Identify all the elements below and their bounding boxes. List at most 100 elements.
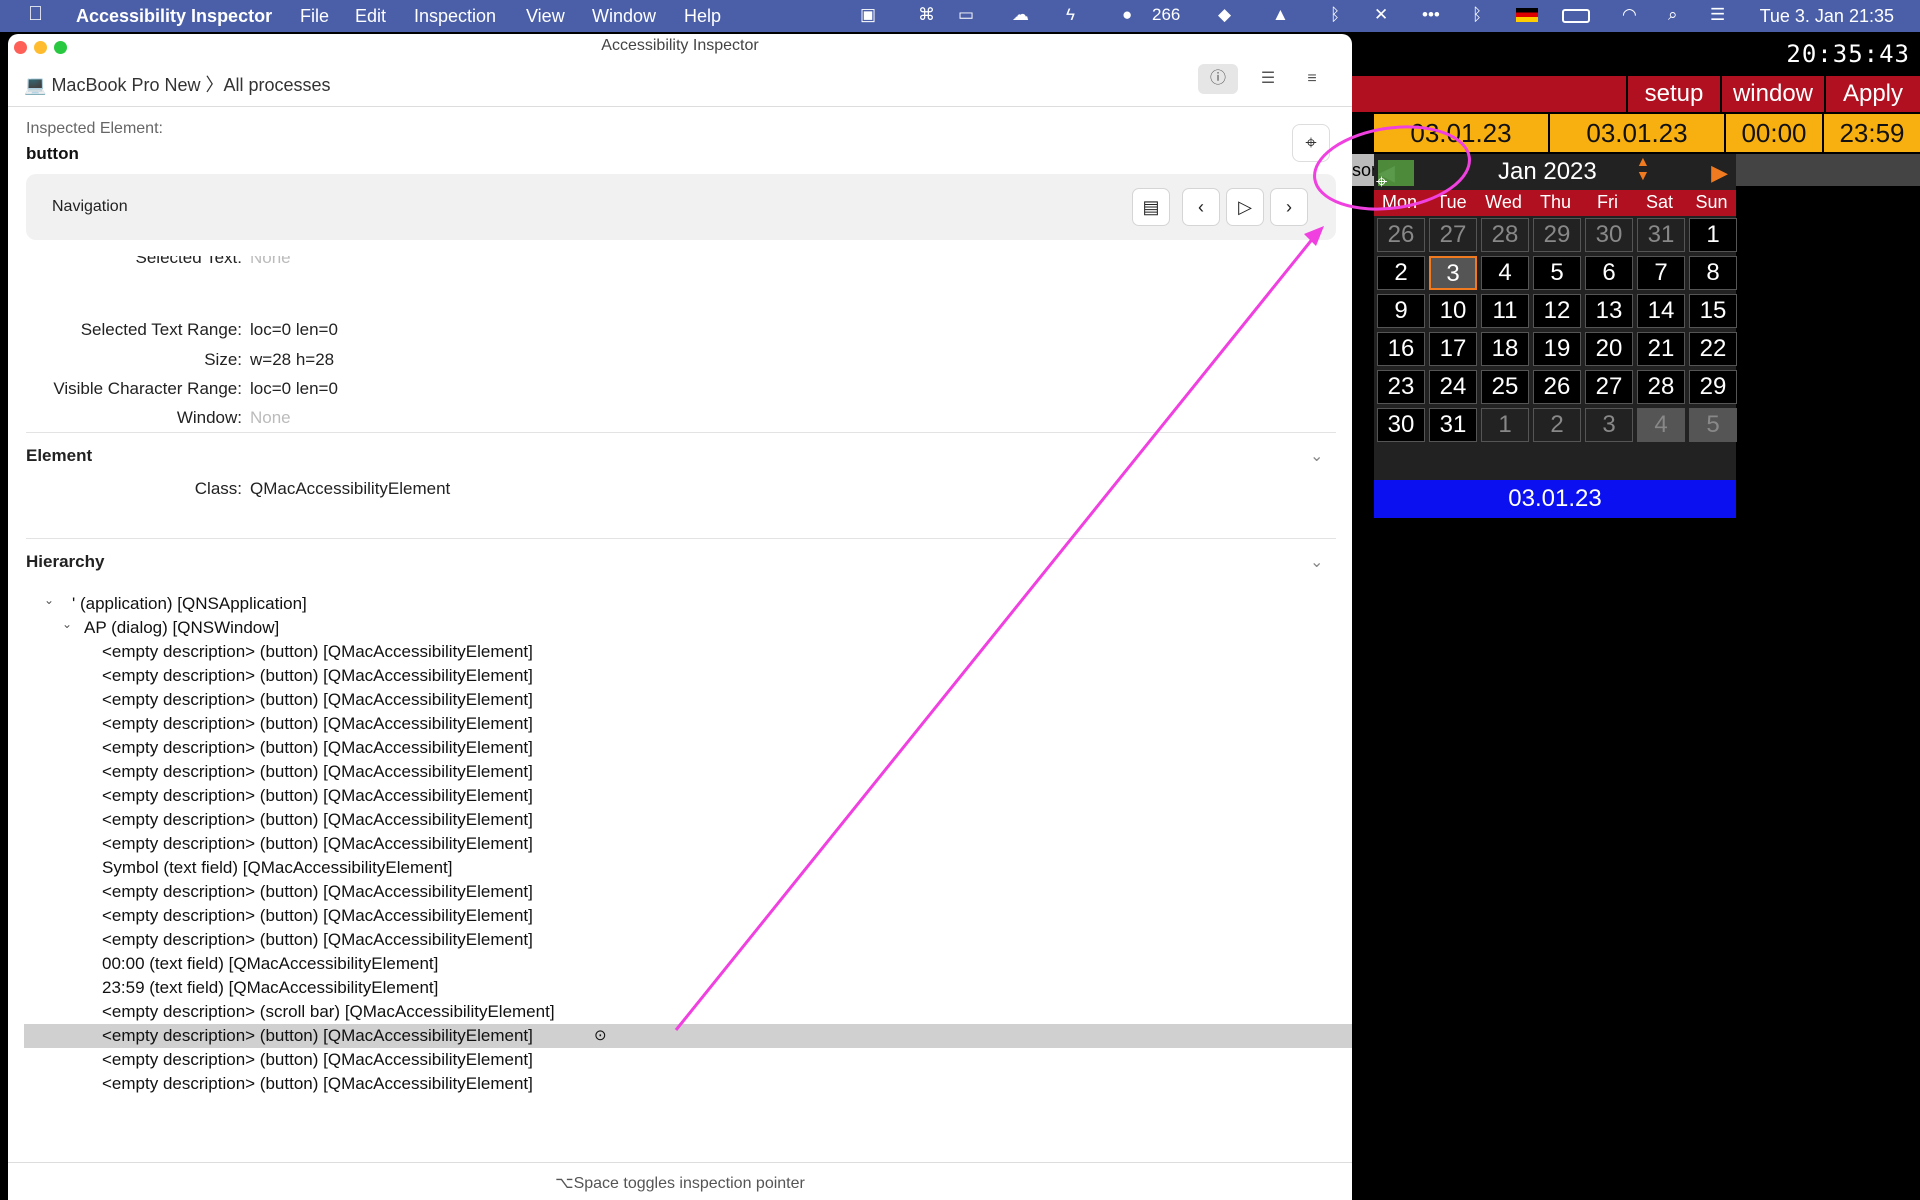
menubar-clock[interactable]: Tue 3. Jan 21:35 xyxy=(1760,6,1894,27)
end-time-field[interactable]: 23:59 xyxy=(1824,114,1920,152)
tree-row[interactable]: Symbol (text field) [QMacAccessibilityEl… xyxy=(24,856,1352,880)
calendar-day[interactable]: 16 xyxy=(1377,332,1425,366)
calendar-day[interactable]: 14 xyxy=(1637,294,1685,328)
breadcrumb[interactable]: 💻 MacBook Pro New 〉All processes xyxy=(24,71,331,97)
calendar-day[interactable]: 5 xyxy=(1533,256,1581,290)
calendar-day[interactable]: 19 xyxy=(1533,332,1581,366)
disclosure-chevron-icon[interactable]: ⌄ xyxy=(44,588,54,612)
tree-row[interactable]: <empty description> (button) [QMacAccess… xyxy=(24,688,1352,712)
menu-inspection[interactable]: Inspection xyxy=(414,6,496,27)
breadcrumb-device[interactable]: MacBook Pro New xyxy=(51,75,200,95)
mute-icon[interactable]: ✕ xyxy=(1374,5,1388,25)
calendar-day[interactable]: 31 xyxy=(1429,408,1477,442)
tree-row[interactable]: <empty description> (button) [QMacAccess… xyxy=(24,1024,1352,1048)
calendar-day[interactable]: 2 xyxy=(1377,256,1425,290)
calendar-day[interactable]: 29 xyxy=(1689,370,1737,404)
control-center-icon[interactable]: ☰ xyxy=(1710,5,1725,25)
calendar-day[interactable]: 27 xyxy=(1585,370,1633,404)
calendar-day[interactable]: 23 xyxy=(1377,370,1425,404)
calendar-day[interactable]: 21 xyxy=(1637,332,1685,366)
calendar-day[interactable]: 6 xyxy=(1585,256,1633,290)
calendar-day[interactable]: 26 xyxy=(1377,218,1425,252)
notification-icon[interactable]: ● xyxy=(1122,5,1132,25)
tree-row[interactable]: <empty description> (button) [QMacAccess… xyxy=(24,904,1352,928)
calendar-day[interactable]: 9 xyxy=(1377,294,1425,328)
more-icon[interactable]: ••• xyxy=(1422,5,1440,25)
calendar-day[interactable]: 26 xyxy=(1533,370,1581,404)
calendar-day[interactable]: 22 xyxy=(1689,332,1737,366)
disclosure-chevron-icon[interactable]: ⌄ xyxy=(62,612,72,636)
menu-view[interactable]: View xyxy=(526,6,565,27)
calendar-day[interactable]: 5 xyxy=(1689,408,1737,442)
menu-edit[interactable]: Edit xyxy=(355,6,386,27)
year-spinner[interactable]: ▲ ▼ xyxy=(1636,154,1650,182)
command-icon[interactable]: ⌘ xyxy=(918,5,935,25)
calendar-day[interactable]: 12 xyxy=(1533,294,1581,328)
tree-row[interactable]: <empty description> (button) [QMacAccess… xyxy=(24,712,1352,736)
calendar-day[interactable]: 3 xyxy=(1429,256,1477,290)
inspector-info-button[interactable]: ⓘ xyxy=(1198,64,1238,94)
calendar-day[interactable]: 28 xyxy=(1637,370,1685,404)
settings-button[interactable]: ≡ xyxy=(1292,64,1332,94)
bluetooth-alt-icon[interactable]: ᛒ xyxy=(1330,5,1340,25)
window-icon[interactable]: ▭ xyxy=(958,5,974,25)
previous-button[interactable]: ‹ xyxy=(1182,188,1220,226)
start-time-field[interactable]: 00:00 xyxy=(1726,114,1824,152)
tree-row[interactable]: <empty description> (button) [QMacAccess… xyxy=(24,1048,1352,1072)
calendar-day[interactable]: 11 xyxy=(1481,294,1529,328)
app-menu[interactable]: Accessibility Inspector xyxy=(76,6,272,27)
elephant-icon[interactable]: ◆ xyxy=(1218,5,1231,25)
setup-button[interactable]: setup xyxy=(1626,76,1720,112)
flag-de-icon[interactable] xyxy=(1516,8,1538,22)
tree-row[interactable]: ⌄ ' (application) [QNSApplication] xyxy=(24,592,1352,616)
calendar-day[interactable]: 17 xyxy=(1429,332,1477,366)
hierarchy-section-title[interactable]: Hierarchy xyxy=(26,552,104,572)
tree-row[interactable]: <empty description> (button) [QMacAccess… xyxy=(24,832,1352,856)
calendar-day[interactable]: 27 xyxy=(1429,218,1477,252)
audit-button[interactable]: ☰ xyxy=(1248,64,1288,94)
drive-icon[interactable]: ▲ xyxy=(1272,5,1289,25)
calendar-day[interactable]: 31 xyxy=(1637,218,1685,252)
go-to-arrow-icon[interactable]: ⊙ xyxy=(594,1024,607,1048)
window-button[interactable]: window xyxy=(1720,76,1824,112)
calendar-day[interactable]: 25 xyxy=(1481,370,1529,404)
tree-row[interactable]: 00:00 (text field) [QMacAccessibilityEle… xyxy=(24,952,1352,976)
search-icon[interactable]: ⌕ xyxy=(1668,5,1678,25)
bluetooth-icon[interactable]: ᛒ xyxy=(1472,5,1482,25)
calendar-day[interactable]: 4 xyxy=(1637,408,1685,442)
cloud-icon[interactable]: ☁ xyxy=(1012,5,1029,25)
chevron-down-icon[interactable]: ⌄ xyxy=(1310,446,1323,466)
calendar-day[interactable]: 18 xyxy=(1481,332,1529,366)
tree-row[interactable]: <empty description> (button) [QMacAccess… xyxy=(24,664,1352,688)
tree-row[interactable]: 23:59 (text field) [QMacAccessibilityEle… xyxy=(24,976,1352,1000)
calendar-day[interactable]: 1 xyxy=(1689,218,1737,252)
tray-count[interactable]: 266 xyxy=(1152,5,1180,25)
month-label[interactable]: Jan 2023 xyxy=(1498,158,1597,186)
tree-row[interactable]: <empty description> (button) [QMacAccess… xyxy=(24,784,1352,808)
play-button[interactable]: ▷ xyxy=(1226,188,1264,226)
tree-row[interactable]: <empty description> (button) [QMacAccess… xyxy=(24,928,1352,952)
calendar-day[interactable]: 4 xyxy=(1481,256,1529,290)
apple-icon[interactable]:  xyxy=(28,3,43,26)
tree-row[interactable]: <empty description> (scroll bar) [QMacAc… xyxy=(24,1000,1352,1024)
tree-row[interactable]: <empty description> (button) [QMacAccess… xyxy=(24,760,1352,784)
tree-row[interactable]: <empty description> (button) [QMacAccess… xyxy=(24,880,1352,904)
calendar-day[interactable]: 24 xyxy=(1429,370,1477,404)
menu-help[interactable]: Help xyxy=(684,6,721,27)
calendar-day[interactable]: 10 xyxy=(1429,294,1477,328)
previous-month-button[interactable]: ◀ xyxy=(1378,160,1414,186)
menu-file[interactable]: File xyxy=(300,6,329,27)
wifi-icon[interactable]: ◠ xyxy=(1622,5,1637,25)
calendar-day[interactable]: 30 xyxy=(1585,218,1633,252)
element-section-title[interactable]: Element xyxy=(26,446,92,466)
bolt-icon[interactable]: ϟ xyxy=(1066,5,1075,25)
tree-row[interactable]: <empty description> (button) [QMacAccess… xyxy=(24,736,1352,760)
calendar-day[interactable]: 15 xyxy=(1689,294,1737,328)
next-button[interactable]: › xyxy=(1270,188,1308,226)
speak-button[interactable]: ▤ xyxy=(1132,188,1170,226)
battery-icon[interactable] xyxy=(1562,9,1590,23)
next-month-button[interactable]: ▶ xyxy=(1711,160,1728,186)
calendar-day[interactable]: 8 xyxy=(1689,256,1737,290)
calendar-day[interactable]: 3 xyxy=(1585,408,1633,442)
calendar-day[interactable]: 13 xyxy=(1585,294,1633,328)
